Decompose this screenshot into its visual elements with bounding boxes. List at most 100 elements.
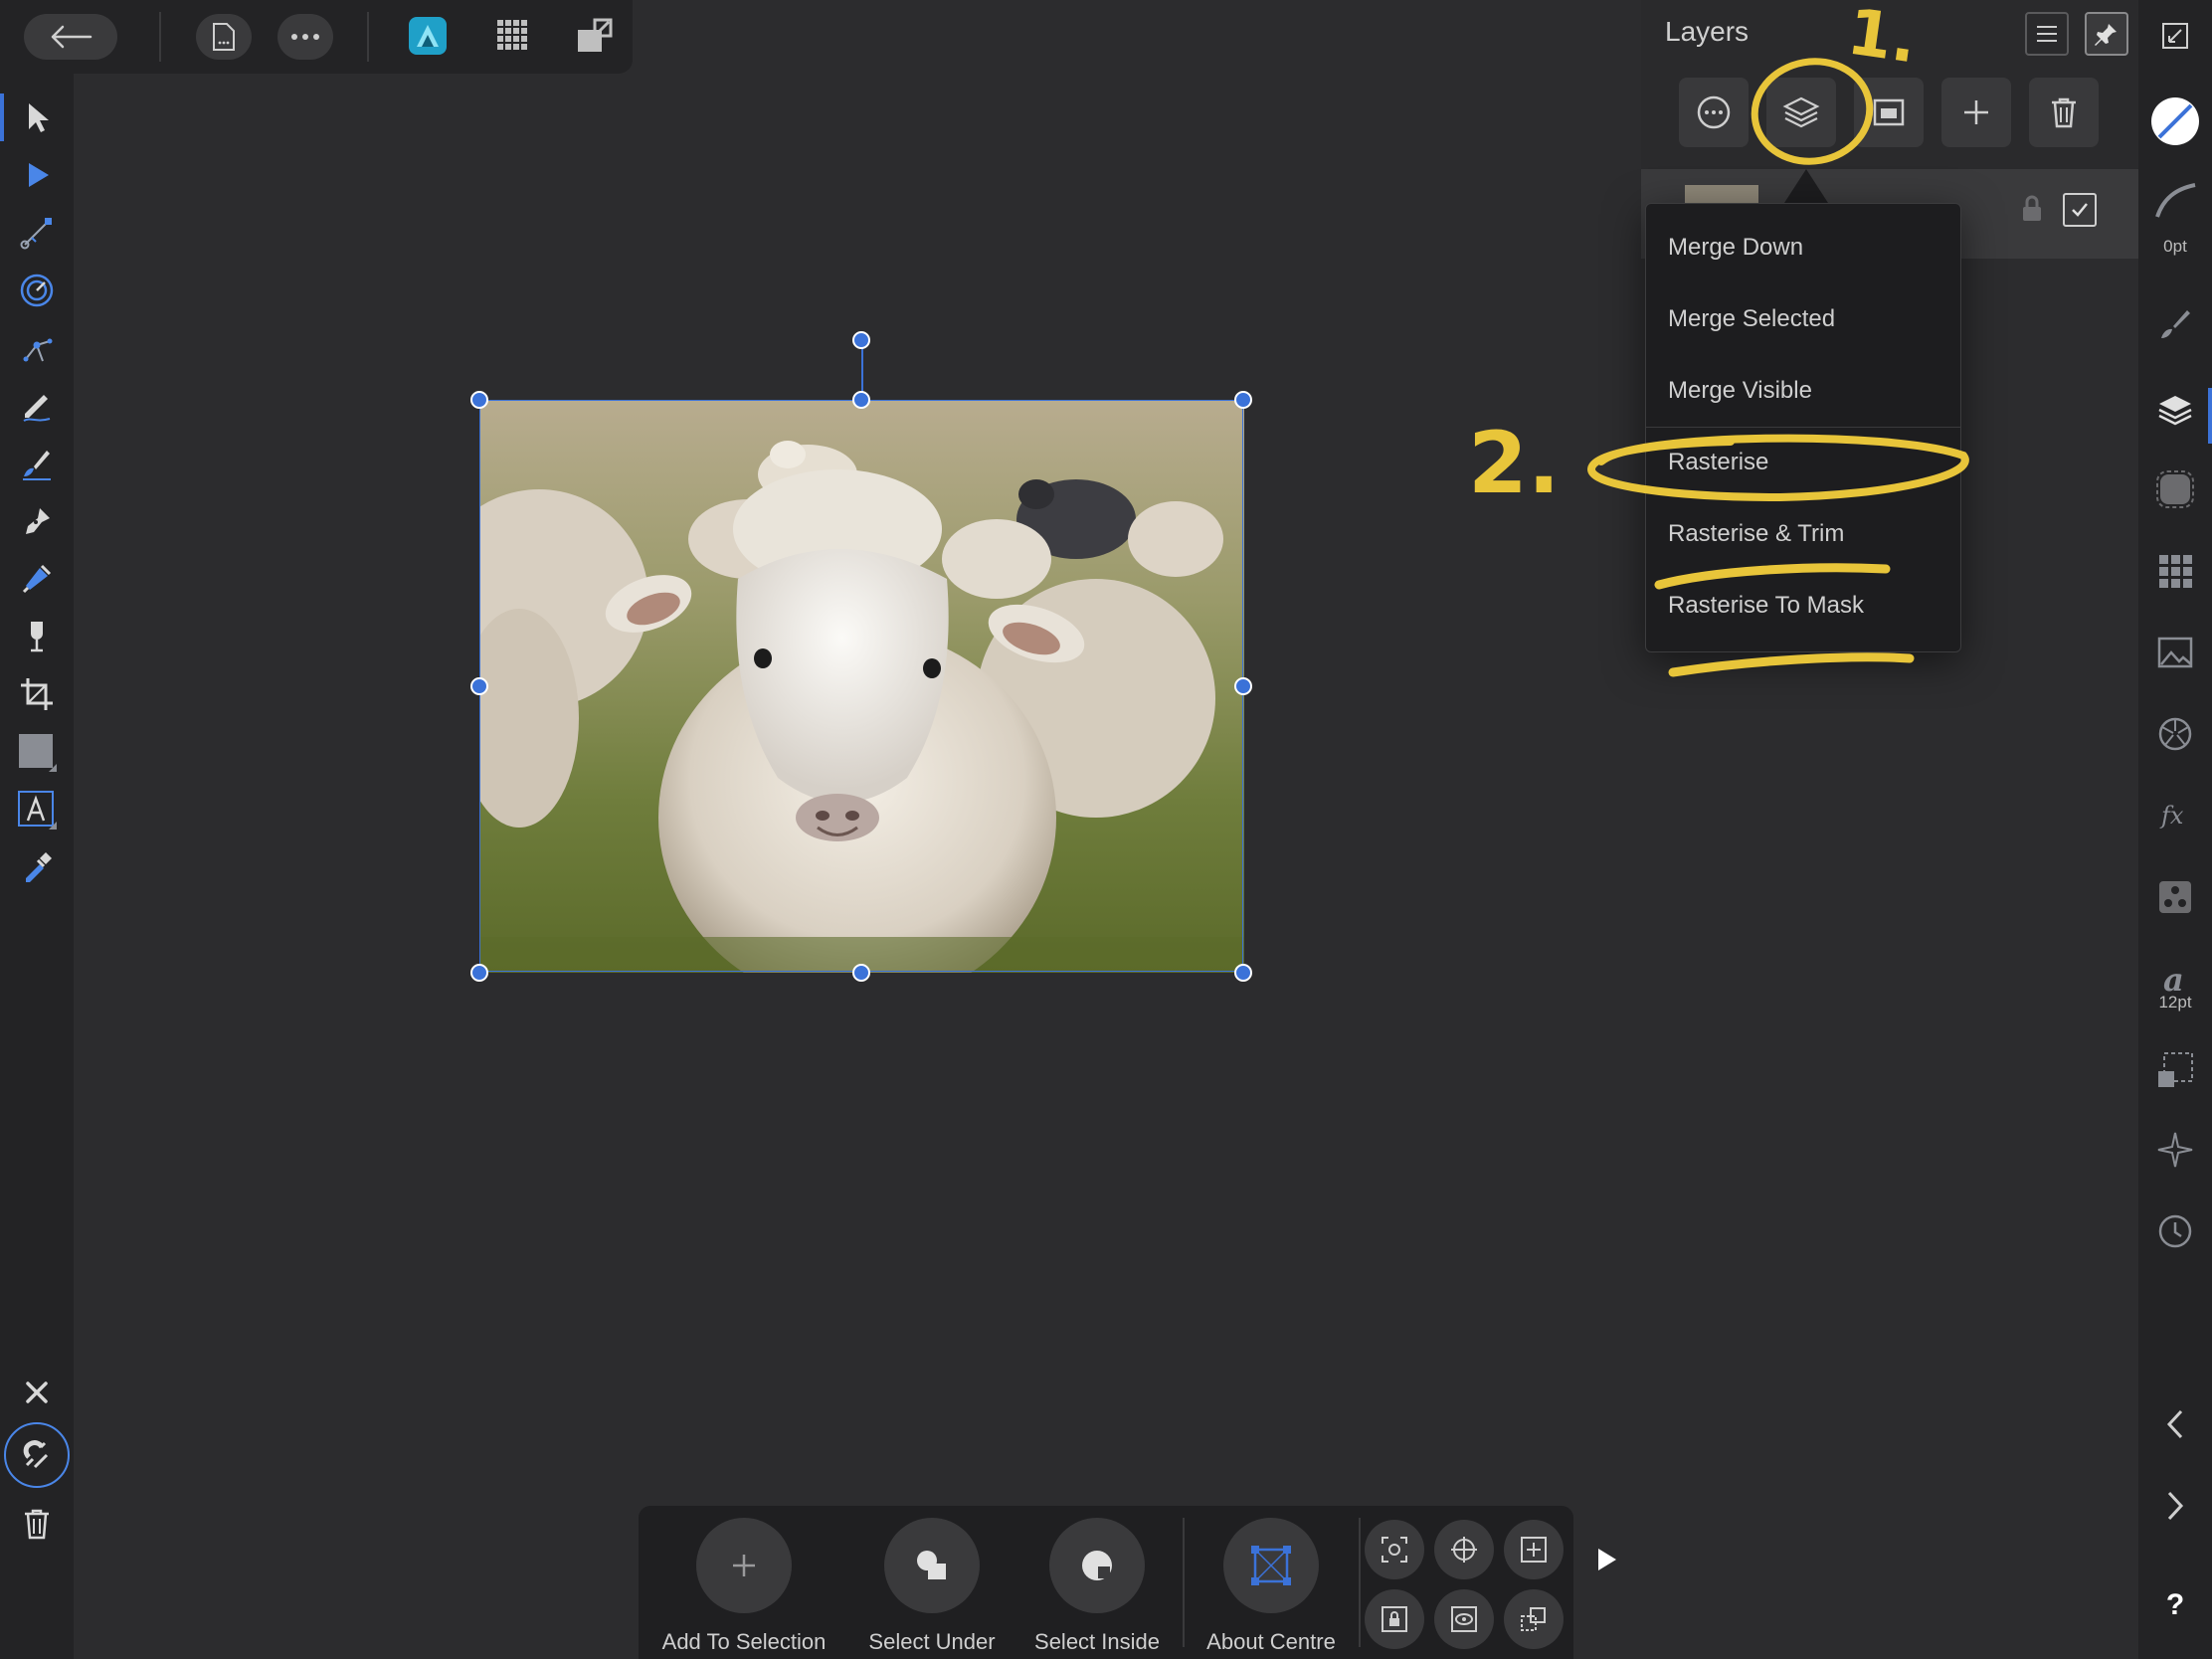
eye-box-icon [1451,1606,1477,1632]
menu-separator [1646,427,1960,428]
navigator-panel-button[interactable] [2149,708,2201,760]
export-persona-button[interactable] [575,16,615,56]
stock-panel-button[interactable] [2149,627,2201,678]
sheep-photo[interactable] [479,400,1244,973]
resize-handle-top[interactable] [852,391,870,409]
resize-handle-left[interactable] [470,677,488,695]
menu-item-rasterise-to-mask[interactable]: Rasterise To Mask [1668,592,1864,620]
layer-operations-button[interactable] [1766,78,1836,147]
stroke-button[interactable] [2149,175,2201,227]
text-tool[interactable] [11,784,63,835]
rounded-square-icon [2156,470,2194,508]
resize-handle-bottom-right[interactable] [1234,964,1252,982]
node-tool[interactable] [11,149,63,201]
resize-handle-bottom[interactable] [852,964,870,982]
about-centre-button[interactable] [1223,1518,1319,1613]
select-inside-button[interactable] [1049,1518,1145,1613]
layers-panel-button[interactable] [2149,384,2201,436]
collapse-right-button[interactable] [2149,1480,2201,1532]
corner-tool-icon [20,218,52,250]
resize-handle-right[interactable] [1234,677,1252,695]
menu-item-merge-selected[interactable]: Merge Selected [1668,305,1835,333]
plus-icon [1964,100,1988,124]
help-button[interactable]: ? [2149,1579,2201,1631]
menu-item-merge-visible[interactable]: Merge Visible [1668,377,1812,405]
mask-layer-button[interactable] [1854,78,1924,147]
plus-icon [733,1555,755,1576]
effects-panel-button[interactable] [2149,463,2201,515]
add-layer-button[interactable] [1941,78,2011,147]
lock-box-icon [1382,1606,1407,1632]
export-persona-icon [578,18,613,52]
delete-layer-button[interactable] [2029,78,2099,147]
designer-persona-button[interactable] [408,16,448,56]
align-centre-button[interactable] [1504,1520,1564,1579]
move-origin-button[interactable] [1434,1520,1494,1579]
compass-star-icon [2157,1132,2193,1168]
point-transform-tool[interactable] [11,322,63,374]
lock-layer-button[interactable] [2021,195,2043,223]
close-button[interactable] [11,1367,63,1418]
expand-context-toolbar-button[interactable] [1595,1546,1619,1573]
checkmark-icon [2072,203,2088,217]
transparency-tool[interactable] [11,611,63,662]
scale-with-object-button[interactable] [1365,1520,1424,1579]
svg-text:a: a [2163,961,2184,997]
menu-item-merge-down[interactable]: Merge Down [1668,234,1803,262]
pen-tool[interactable] [11,495,63,547]
image-icon [2157,637,2193,668]
crop-tool[interactable] [11,668,63,720]
menu-item-rasterise-trim[interactable]: Rasterise & Trim [1668,520,1844,548]
fill-brush-icon [22,564,52,594]
snapping-panel-button[interactable] [2149,1124,2201,1176]
shape-tool[interactable] [11,726,63,778]
pencil-tool[interactable] [11,380,63,432]
move-tool[interactable] [11,92,63,143]
resize-handle-top-right[interactable] [1234,391,1252,409]
document-button[interactable] [196,14,252,60]
swatches-panel-button[interactable] [2149,545,2201,597]
back-button[interactable] [24,14,117,60]
vector-brush-icon [23,451,51,480]
transform-objects-button[interactable] [1504,1589,1564,1649]
contour-tool[interactable] [11,265,63,316]
select-under-button[interactable] [884,1518,980,1613]
pixel-persona-button[interactable] [493,16,533,56]
menu-item-rasterise[interactable]: Rasterise [1668,449,1768,476]
corner-tool[interactable] [11,207,63,259]
character-a-icon: a [2163,961,2184,997]
color-button[interactable] [2149,95,2201,147]
fill-tool[interactable] [11,553,63,605]
panel-menu-button[interactable] [2025,12,2069,56]
annotation-step-2: 2. [1468,414,1561,513]
color-picker-tool[interactable] [11,841,63,893]
show-hidden-button[interactable] [1434,1589,1494,1649]
vector-brush-tool[interactable] [11,438,63,489]
trash-icon [2052,97,2076,128]
brushes-panel-button[interactable] [2149,298,2201,350]
transform-panel-button[interactable] [2149,1044,2201,1096]
add-to-selection-button[interactable] [696,1518,792,1613]
layers-stack-icon [1782,96,1820,128]
more-button[interactable] [277,14,333,60]
styles-panel-button[interactable] [2149,871,2201,923]
list-menu-icon [2037,26,2057,42]
rotation-handle[interactable] [852,331,870,349]
menu-caret [1784,169,1828,203]
resize-handle-top-left[interactable] [470,391,488,409]
fullscreen-button[interactable] [2149,10,2201,62]
layer-options-button[interactable] [1679,78,1749,147]
resize-handle-bottom-left[interactable] [470,964,488,982]
history-panel-button[interactable] [2149,1205,2201,1257]
delete-button[interactable] [11,1498,63,1550]
fx-panel-button[interactable]: fx [2149,790,2201,841]
more-circle-icon [1697,95,1731,129]
lock-children-button[interactable] [1365,1589,1424,1649]
align-centre-icon [1521,1537,1547,1563]
select-under-label: Select Under [868,1629,996,1654]
pointer-arrow-icon [29,103,49,132]
snapping-button[interactable] [4,1422,70,1488]
pin-panel-button[interactable] [2085,12,2128,56]
collapse-left-button[interactable] [2149,1398,2201,1450]
layer-visibility-checkbox[interactable] [2063,193,2097,227]
